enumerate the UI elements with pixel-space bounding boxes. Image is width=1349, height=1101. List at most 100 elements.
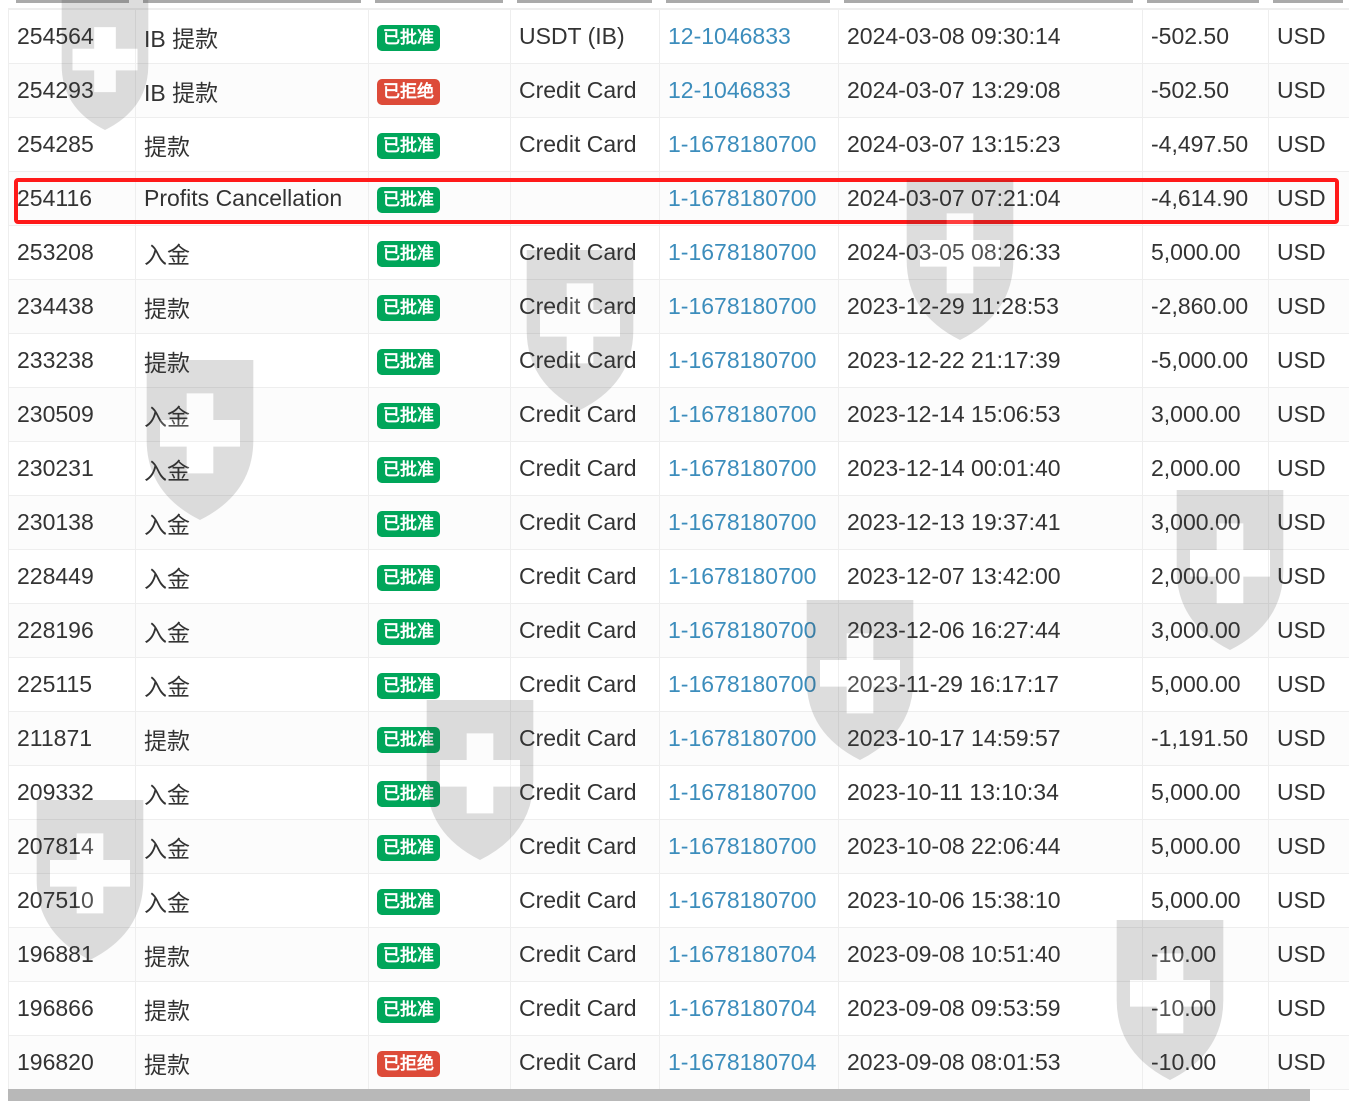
timestamp: 2023-12-06 16:27:44 [847, 617, 1061, 643]
currency: USD [1277, 833, 1326, 859]
account-link-cell: 1-1678180700 [659, 549, 839, 604]
account-link[interactable]: 1-1678180700 [668, 455, 816, 481]
account-link[interactable]: 1-1678180704 [668, 941, 816, 967]
timestamp: 2023-09-08 09:53:59 [847, 995, 1061, 1021]
transaction-id-cell: 196881 [8, 927, 136, 982]
status-badge: 已批准 [377, 997, 440, 1023]
status-badge: 已批准 [377, 511, 440, 537]
currency-cell: USD [1268, 711, 1349, 766]
amount-cell: 5,000.00 [1142, 819, 1269, 874]
account-link[interactable]: 1-1678180700 [668, 563, 816, 589]
currency: USD [1277, 1049, 1326, 1075]
status-badge-cell: 已批准 [368, 657, 511, 712]
currency-cell: USD [1268, 279, 1349, 334]
account-link[interactable]: 1-1678180700 [668, 131, 816, 157]
timestamp: 2024-03-07 13:15:23 [847, 131, 1061, 157]
account-link[interactable]: 1-1678180700 [668, 347, 816, 373]
status-badge: 已批准 [377, 727, 440, 753]
account-link[interactable]: 1-1678180700 [668, 293, 816, 319]
amount: 5,000.00 [1151, 239, 1241, 265]
transaction-id: 211871 [17, 725, 93, 751]
status-badge-cell: 已批准 [368, 387, 511, 442]
currency-cell: USD [1268, 171, 1349, 226]
timestamp-cell: 2023-12-14 15:06:53 [838, 387, 1143, 442]
transaction-type-cell: 提款 [135, 981, 369, 1036]
amount: 5,000.00 [1151, 887, 1241, 913]
payment-method-cell: Credit Card [510, 765, 660, 820]
transaction-type: IB 提款 [144, 25, 219, 52]
payment-method: Credit Card [519, 671, 637, 697]
timestamp-cell: 2023-09-08 10:51:40 [838, 927, 1143, 982]
currency: USD [1277, 293, 1326, 319]
table-row: 209332 入金 已批准 Credit Card 1-1678180700 2023-1… [8, 765, 1349, 820]
amount-cell: -4,614.90 [1142, 171, 1269, 226]
status-badge-cell: 已批准 [368, 927, 511, 982]
timestamp: 2023-10-11 13:10:34 [847, 779, 1059, 805]
timestamp: 2023-12-22 21:17:39 [847, 347, 1061, 373]
transaction-id: 207510 [17, 887, 94, 913]
payment-method-cell: Credit Card [510, 819, 660, 874]
status-badge-cell: 已拒绝 [368, 1035, 511, 1090]
amount: 5,000.00 [1151, 779, 1241, 805]
account-link[interactable]: 1-1678180700 [668, 671, 816, 697]
payment-method-cell: Credit Card [510, 441, 660, 496]
payment-method-cell: Credit Card [510, 1035, 660, 1090]
horizontal-scrollbar[interactable] [8, 1089, 1310, 1101]
account-link[interactable]: 12-1046833 [668, 23, 791, 49]
account-link[interactable]: 1-1678180700 [668, 887, 816, 913]
currency-cell: USD [1268, 225, 1349, 280]
transaction-id-cell: 254116 [8, 171, 136, 226]
account-link-cell: 1-1678180704 [659, 927, 839, 982]
transaction-type: 入金 [144, 619, 190, 646]
timestamp-cell: 2023-10-17 14:59:57 [838, 711, 1143, 766]
account-link[interactable]: 1-1678180700 [668, 509, 816, 535]
table-row: 234438 提款 已批准 Credit Card 1-1678180700 2023-1… [8, 279, 1349, 334]
amount-cell: 5,000.00 [1142, 657, 1269, 712]
status-badge-cell: 已批准 [368, 873, 511, 928]
transaction-type-cell: 提款 [135, 333, 369, 388]
currency: USD [1277, 23, 1326, 49]
timestamp-cell: 2023-10-06 15:38:10 [838, 873, 1143, 928]
transaction-type-cell: 入金 [135, 873, 369, 928]
status-badge: 已批准 [377, 349, 440, 375]
status-badge-cell: 已批准 [368, 981, 511, 1036]
table-row: 225115 入金 已批准 Credit Card 1-1678180700 2023-1… [8, 657, 1349, 712]
table-row: 230231 入金 已批准 Credit Card 1-1678180700 2023-1… [8, 441, 1349, 496]
amount-cell: 5,000.00 [1142, 225, 1269, 280]
transaction-type: 入金 [144, 889, 190, 916]
currency: USD [1277, 941, 1326, 967]
account-link[interactable]: 1-1678180704 [668, 1049, 816, 1075]
account-link[interactable]: 12-1046833 [668, 77, 791, 103]
account-link[interactable]: 1-1678180700 [668, 239, 816, 265]
payment-method-cell: Credit Card [510, 387, 660, 442]
transaction-type: 提款 [144, 943, 190, 970]
transaction-id-cell: 230138 [8, 495, 136, 550]
status-badge-cell: 已批准 [368, 333, 511, 388]
timestamp: 2024-03-05 08:26:33 [847, 239, 1061, 265]
currency-cell: USD [1268, 981, 1349, 1036]
table-row: 196820 提款 已拒绝 Credit Card 1-1678180704 2023-0… [8, 1035, 1349, 1090]
transaction-id: 254285 [17, 131, 94, 157]
account-link[interactable]: 1-1678180700 [668, 185, 816, 211]
account-link[interactable]: 1-1678180700 [668, 725, 816, 751]
amount: 3,000.00 [1151, 617, 1241, 643]
timestamp-cell: 2024-03-07 13:29:08 [838, 63, 1143, 118]
transaction-type: 入金 [144, 457, 190, 484]
currency: USD [1277, 995, 1326, 1021]
account-link[interactable]: 1-1678180700 [668, 617, 816, 643]
transaction-id: 196881 [17, 941, 94, 967]
account-link[interactable]: 1-1678180700 [668, 779, 816, 805]
payment-method: Credit Card [519, 833, 637, 859]
status-badge: 已批准 [377, 781, 440, 807]
transaction-type: 入金 [144, 403, 190, 430]
amount-cell: 5,000.00 [1142, 873, 1269, 928]
account-link[interactable]: 1-1678180700 [668, 401, 816, 427]
account-link[interactable]: 1-1678180700 [668, 833, 816, 859]
payment-method-cell: Credit Card [510, 873, 660, 928]
transactions-table-container: 254564 IB 提款 已批准 USDT (IB) 12-1046833 2024-03… [8, 0, 1349, 1090]
transaction-type-cell: 提款 [135, 1035, 369, 1090]
timestamp: 2023-12-07 13:42:00 [847, 563, 1061, 589]
account-link[interactable]: 1-1678180704 [668, 995, 816, 1021]
payment-method-cell: Credit Card [510, 333, 660, 388]
currency: USD [1277, 401, 1326, 427]
